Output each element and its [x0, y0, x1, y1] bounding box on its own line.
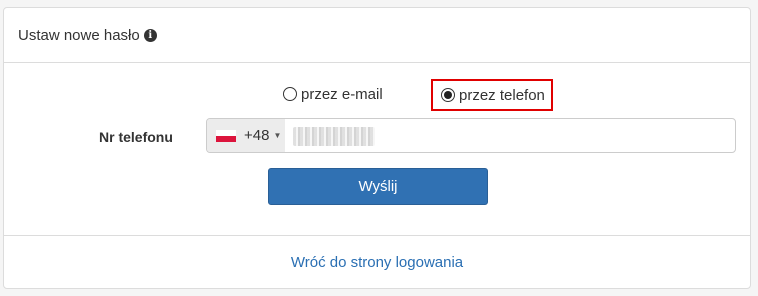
- phone-radio-label: przez telefon: [459, 86, 545, 104]
- masked-phone-value: [293, 127, 375, 146]
- submit-button[interactable]: Wyślij: [268, 168, 488, 205]
- back-to-login-link[interactable]: Wróć do strony logowania: [291, 254, 463, 271]
- country-code: +48: [244, 127, 270, 144]
- phone-input-group: +48 ▼: [206, 118, 736, 153]
- email-radio[interactable]: [283, 87, 297, 101]
- panel-title: Ustaw nowe hasło: [18, 26, 140, 44]
- panel-heading: Ustaw nowe hasło i: [4, 8, 750, 63]
- caret-down-icon: ▼: [273, 131, 282, 140]
- country-code-select[interactable]: +48 ▼: [207, 119, 285, 152]
- method-email-option[interactable]: przez e-mail: [283, 80, 383, 108]
- panel-footer: Wróć do strony logowania: [4, 235, 750, 289]
- email-radio-label: przez e-mail: [301, 85, 383, 103]
- reset-password-panel: Ustaw nowe hasło i przez e-mail przez te…: [3, 7, 751, 289]
- poland-flag-icon: [216, 129, 236, 142]
- phone-number-label: Nr telefonu: [99, 129, 173, 145]
- method-phone-option[interactable]: przez telefon: [431, 79, 553, 111]
- info-icon[interactable]: i: [143, 28, 157, 42]
- phone-radio[interactable]: [441, 88, 455, 102]
